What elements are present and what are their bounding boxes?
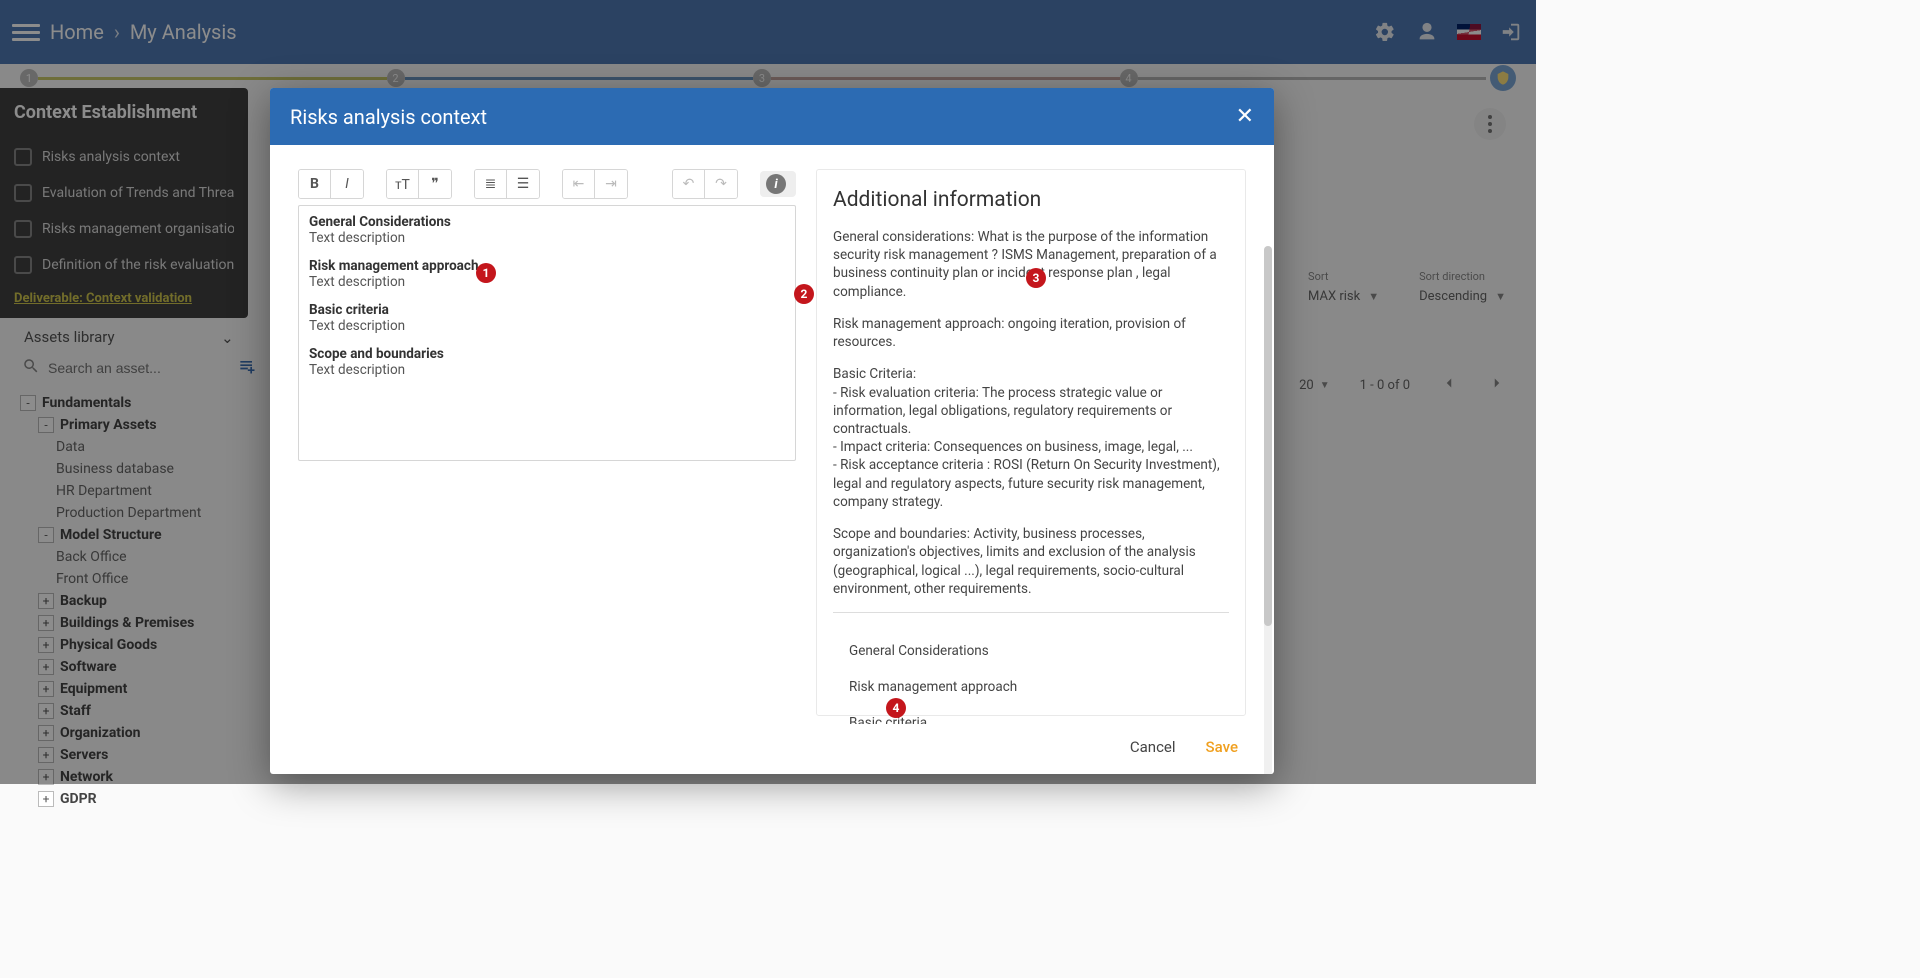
editor-toolbar: B I ᴛT ❞ ≣ ☰ ⇤ ⇥ ↶ ↷ <box>298 169 796 199</box>
annotation-badge-2: 2 <box>794 284 814 304</box>
editor-section-body: Text description <box>309 230 785 246</box>
cancel-button[interactable]: Cancel <box>1130 738 1176 756</box>
modal-scrollbar[interactable] <box>1264 246 1272 774</box>
editor-section-body: Text description <box>309 362 785 378</box>
dialog-title: Risks analysis context <box>290 105 487 129</box>
quote-button[interactable]: ❞ <box>419 170 451 198</box>
additional-info-panel: Additional information General considera… <box>816 169 1246 716</box>
info-paragraph: Scope and boundaries: Activity, business… <box>833 525 1229 598</box>
editor-section-title: Basic criteria <box>309 302 785 318</box>
tree-node[interactable]: + GDPR <box>20 788 238 810</box>
risks-analysis-context-dialog: Risks analysis context ✕ B I ᴛT ❞ ≣ ☰ ⇤ <box>270 88 1274 774</box>
rich-text-editor[interactable]: General Considerations Text description … <box>298 205 796 461</box>
bullet-list-button[interactable]: ≣ <box>475 170 507 198</box>
undo-button[interactable]: ↶ <box>673 170 705 198</box>
save-button[interactable]: Save <box>1206 738 1238 756</box>
numbered-list-button[interactable]: ☰ <box>507 170 539 198</box>
editor-section-title: Scope and boundaries <box>309 346 785 362</box>
info-paragraph: Risk management approach: ongoing iterat… <box>833 315 1229 351</box>
indent-button[interactable]: ⇥ <box>595 170 627 198</box>
outdent-button[interactable]: ⇤ <box>563 170 595 198</box>
divider <box>833 612 1229 613</box>
info-icon: i <box>766 174 786 194</box>
editor-section-title: Risk management approach <box>309 258 785 274</box>
info-toggle-button[interactable]: i <box>760 171 796 197</box>
editor-section-title: General Considerations <box>309 214 785 230</box>
editor-section-body: Text description <box>309 318 785 334</box>
tree-label: GDPR <box>60 791 97 807</box>
annotation-badge-1: 1 <box>476 263 496 283</box>
annotation-badge-4: 4 <box>886 698 906 718</box>
text-size-button[interactable]: ᴛT <box>387 170 419 198</box>
info-panel-title: Additional information <box>833 188 1229 212</box>
bold-button[interactable]: B <box>299 170 331 198</box>
info-paragraph: Basic Criteria: - Risk evaluation criter… <box>833 365 1229 511</box>
info-link-item[interactable]: General Considerations <box>833 633 1229 669</box>
italic-button[interactable]: I <box>331 170 363 198</box>
close-icon[interactable]: ✕ <box>1236 104 1254 129</box>
redo-button[interactable]: ↷ <box>705 170 737 198</box>
info-paragraph: General considerations: What is the purp… <box>833 228 1229 301</box>
expand-icon[interactable]: + <box>38 791 54 807</box>
editor-section-body: Text description <box>309 274 785 290</box>
annotation-badge-3: 3 <box>1026 268 1046 288</box>
